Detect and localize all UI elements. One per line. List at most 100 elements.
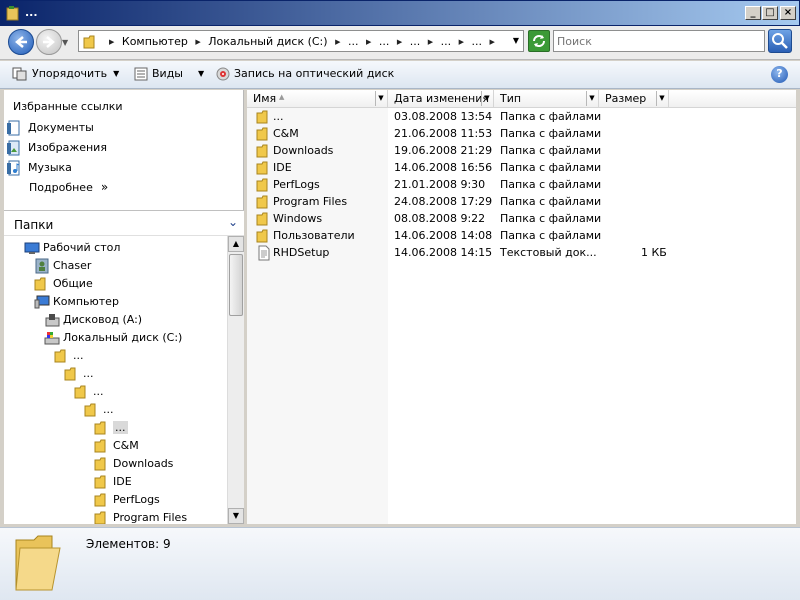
items-count: Элементов: 9 (86, 537, 171, 551)
breadcrumb-separator-icon[interactable]: ▶ (335, 38, 340, 46)
tree-item-selected[interactable]: ... (94, 420, 128, 438)
file-row[interactable]: IDE 14.06.2008 16:56 Папка с файлами (247, 159, 796, 176)
breadcrumb-item[interactable]: ... (348, 35, 359, 48)
scroll-up-icon[interactable]: ▲ (228, 236, 244, 252)
file-row[interactable]: ... 03.08.2008 13:54 Папка с файлами (247, 108, 796, 125)
breadcrumb-separator-icon[interactable]: ▶ (366, 38, 371, 46)
organize-icon (12, 67, 27, 81)
breadcrumb-item[interactable]: ... (441, 35, 452, 48)
pictures-icon (7, 140, 20, 156)
file-row[interactable]: Program Files 24.08.2008 17:29 Папка с ф… (247, 193, 796, 210)
column-header-type[interactable]: Тип ▼ (494, 90, 599, 108)
computer-icon (34, 295, 50, 309)
tree-item[interactable]: Chaser (34, 258, 91, 276)
file-row[interactable]: Пользователи 14.06.2008 14:08 Папка с фа… (247, 227, 796, 244)
tree-item-label: ... (83, 367, 94, 380)
tree-item[interactable]: PerfLogs (94, 492, 160, 510)
folder-icon (256, 110, 268, 124)
column-filter-dropdown-icon[interactable]: ▼ (481, 91, 492, 106)
recent-pages-chevron-icon[interactable]: ▼ (62, 38, 68, 47)
file-row[interactable]: Windows 08.08.2008 9:22 Папка с файлами (247, 210, 796, 227)
burn-label: Запись на оптический диск (234, 67, 395, 80)
views-label: Виды (152, 67, 183, 80)
breadcrumb-separator-icon[interactable]: ▶ (397, 38, 402, 46)
file-row[interactable]: C&M 21.06.2008 11:53 Папка с файлами (247, 125, 796, 142)
breadcrumb-item[interactable]: Компьютер (122, 35, 188, 48)
column-headers: Имя ▲ ▼ Дата изменения ▼ Тип ▼ Размер ▼ (247, 90, 796, 108)
file-row[interactable]: RHDSetup 14.06.2008 14:15 Текстовый док.… (247, 244, 796, 261)
views-button[interactable]: Виды (134, 67, 183, 83)
file-row[interactable]: Downloads 19.06.2008 21:29 Папка с файла… (247, 142, 796, 159)
breadcrumb-item[interactable]: ... (410, 35, 421, 48)
tree-item-label: C&M (113, 439, 139, 452)
tree-item[interactable]: ... (74, 384, 104, 402)
tree-item-label: ... (103, 403, 114, 416)
help-button[interactable]: ? (771, 66, 788, 83)
file-date: 03.08.2008 13:54 (394, 110, 493, 123)
chevron-down-icon[interactable]: ⌄ (228, 215, 238, 229)
breadcrumb-separator-icon[interactable]: ▶ (195, 38, 200, 46)
tree-item[interactable]: ... (64, 366, 94, 384)
tree-item[interactable]: ... (84, 402, 114, 420)
file-name: IDE (273, 161, 292, 174)
tree-item[interactable]: Program Files (94, 510, 187, 524)
tree-item-label: Downloads (113, 457, 174, 470)
more-favorites-link[interactable]: Подробнее » (29, 180, 108, 198)
column-header-size[interactable]: Размер ▼ (599, 90, 669, 108)
search-button[interactable] (768, 29, 792, 53)
breadcrumb-separator-icon[interactable]: ▶ (490, 38, 495, 46)
column-filter-dropdown-icon[interactable]: ▼ (375, 91, 386, 106)
views-dropdown-button[interactable]: ▼ (192, 67, 204, 83)
floppy-icon (45, 314, 60, 327)
refresh-button[interactable] (528, 30, 550, 52)
maximize-button[interactable]: □ (762, 6, 778, 20)
favorite-item-music[interactable]: Музыка (6, 160, 72, 178)
column-filter-dropdown-icon[interactable]: ▼ (586, 91, 597, 106)
file-name: ... (273, 110, 284, 123)
favorite-item-documents[interactable]: Документы (6, 120, 94, 138)
tree-item[interactable]: C&M (94, 438, 139, 456)
folder-icon (94, 511, 106, 524)
minimize-button[interactable]: _ (745, 6, 761, 20)
file-row[interactable]: PerfLogs 21.01.2008 9:30 Папка с файлами (247, 176, 796, 193)
close-button[interactable]: × (780, 6, 796, 20)
column-header-date[interactable]: Дата изменения ▼ (388, 90, 494, 108)
folder-icon (83, 35, 95, 49)
burn-button[interactable]: Запись на оптический диск (216, 67, 394, 83)
forward-button[interactable] (36, 29, 62, 55)
tree-item[interactable]: Компьютер (34, 294, 119, 312)
breadcrumb-separator-icon[interactable]: ▶ (428, 38, 433, 46)
scroll-down-icon[interactable]: ▼ (228, 508, 244, 524)
breadcrumb-item[interactable]: Локальный диск (C:) (208, 35, 327, 48)
address-field[interactable]: ▶ Компьютер ▶ Локальный диск (C:) ▶ ... … (78, 30, 524, 52)
tree-scrollbar[interactable]: ▲ ▼ (227, 236, 244, 524)
tree-item[interactable]: Дисковод (A:) (44, 312, 142, 330)
tree-item[interactable]: IDE (94, 474, 132, 492)
favorite-item-pictures[interactable]: Изображения (6, 140, 107, 158)
tree-item[interactable]: Рабочий стол (24, 240, 120, 258)
breadcrumb-separator-icon[interactable]: ▶ (109, 38, 114, 46)
column-header-name[interactable]: Имя ▲ ▼ (247, 90, 388, 108)
breadcrumb-separator-icon[interactable]: ▶ (459, 38, 464, 46)
column-filter-dropdown-icon[interactable]: ▼ (656, 91, 667, 106)
scroll-thumb[interactable] (229, 254, 243, 316)
folder-icon (256, 178, 268, 192)
breadcrumb-item[interactable]: ... (472, 35, 483, 48)
folders-header[interactable]: Папки ⌄ (4, 210, 244, 236)
user-folder-icon (35, 258, 49, 274)
tree-item[interactable]: Downloads (94, 456, 173, 474)
address-dropdown-icon[interactable]: ▼ (513, 36, 519, 45)
breadcrumb-item[interactable]: ... (379, 35, 390, 48)
organize-button[interactable]: Упорядочить ▼ (12, 67, 119, 83)
search-input[interactable] (557, 32, 757, 50)
folder-icon (94, 493, 106, 507)
folder-icon (64, 367, 76, 381)
file-type: Текстовый док... (500, 246, 597, 259)
tree-item[interactable]: ... (54, 348, 84, 366)
folder-icon (256, 144, 268, 158)
tree-item[interactable]: Общие (34, 276, 93, 294)
search-field[interactable] (553, 30, 765, 52)
chevron-down-icon: ▼ (113, 69, 120, 78)
back-button[interactable] (8, 29, 34, 55)
tree-item[interactable]: Локальный диск (C:) (44, 330, 182, 348)
